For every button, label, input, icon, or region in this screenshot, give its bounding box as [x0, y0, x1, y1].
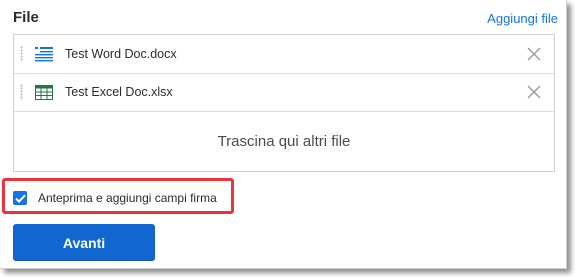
add-file-link[interactable]: Aggiungi file: [487, 11, 558, 26]
file-list: Test Word Doc.docx Test Excel Doc.xlsx T…: [13, 34, 555, 172]
drag-handle-icon[interactable]: [20, 46, 23, 62]
file-row-excel: Test Excel Doc.xlsx: [14, 73, 554, 112]
excel-spreadsheet-icon: [35, 84, 53, 100]
file-name: Test Word Doc.docx: [65, 47, 177, 61]
preview-option[interactable]: Anteprima e aggiungi campi firma: [13, 191, 217, 205]
word-document-icon: [35, 46, 53, 62]
drop-zone[interactable]: Trascina qui altri file: [14, 111, 554, 171]
file-name: Test Excel Doc.xlsx: [65, 85, 173, 99]
checkmark-icon: [14, 194, 26, 203]
next-button[interactable]: Avanti: [13, 224, 155, 261]
close-icon[interactable]: [526, 84, 542, 100]
close-icon[interactable]: [526, 46, 542, 62]
preview-option-label: Anteprima e aggiungi campi firma: [38, 191, 217, 205]
checkbox-checked[interactable]: [13, 191, 27, 205]
file-panel: File Aggiungi file Test Word Doc.docx Te…: [0, 0, 567, 269]
drag-handle-icon[interactable]: [20, 84, 23, 100]
section-title: File: [13, 9, 39, 26]
file-row-word: Test Word Doc.docx: [14, 35, 554, 74]
drop-zone-label: Trascina qui altri file: [217, 132, 351, 150]
